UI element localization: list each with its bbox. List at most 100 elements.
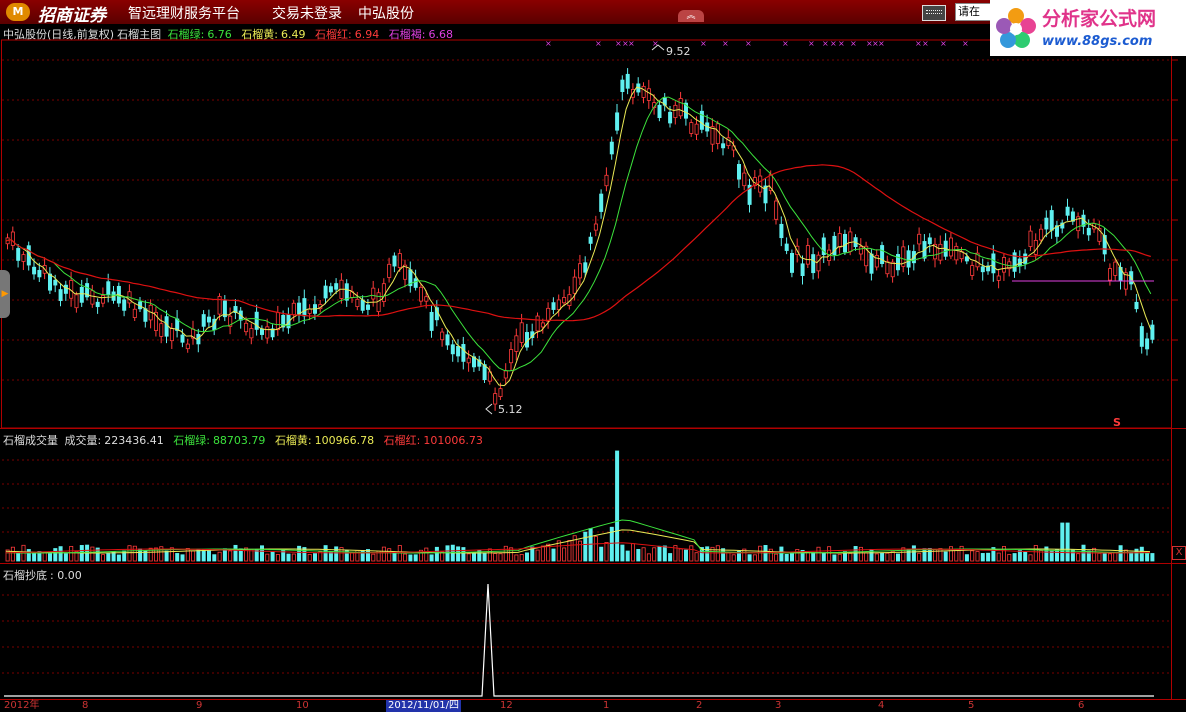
search-input[interactable]: 请在 <box>955 3 991 21</box>
volume-bar <box>980 553 985 562</box>
volume-bar <box>662 545 667 562</box>
volume-bar <box>880 552 885 562</box>
volume-bar <box>175 553 180 562</box>
candle-body <box>715 123 720 144</box>
date-axis <box>0 700 1186 712</box>
candle-body <box>546 307 551 322</box>
volume-bar <box>646 553 651 562</box>
legend-label: 石榴褐: <box>388 28 426 41</box>
volume-bar <box>286 553 291 562</box>
candle-body <box>360 299 365 311</box>
candle-body <box>32 266 37 275</box>
candle-body <box>917 233 922 245</box>
volume-bar <box>906 549 911 562</box>
candle-body <box>949 237 954 257</box>
candle-body <box>48 273 53 291</box>
legend-value: 6.94 <box>354 28 380 41</box>
volume-bar <box>63 553 68 562</box>
volume-bar <box>896 553 901 562</box>
keyboard-icon[interactable] <box>922 5 946 21</box>
signal-mark: S <box>1113 416 1121 429</box>
menu-platform[interactable]: 智远理财服务平台 <box>128 3 240 23</box>
volume-bar <box>927 548 932 562</box>
date-tick: 1 <box>603 700 610 711</box>
candle-body <box>259 328 264 335</box>
candle-body <box>493 393 498 405</box>
expand-panel-arrow-icon[interactable]: ▶ <box>0 270 10 318</box>
volume-bar <box>758 545 763 562</box>
volume-bar <box>1012 553 1017 562</box>
volume-bar <box>805 552 810 562</box>
legend-value: 223436.41 <box>104 434 164 447</box>
candle-body <box>297 302 302 315</box>
candle-body <box>604 174 609 187</box>
volume-bar <box>562 547 567 562</box>
volume-bar <box>567 539 572 562</box>
volume-bar <box>525 552 530 562</box>
signal-x-marker: × <box>850 39 857 48</box>
volume-bar <box>101 554 106 562</box>
volume-bar <box>514 554 519 562</box>
volume-bar <box>53 548 58 562</box>
price-chart-canvas[interactable]: ×××××××××××××××××××××××××× <box>0 0 1186 712</box>
high-price-label: 9.52 <box>666 45 691 58</box>
candle-body <box>599 193 604 212</box>
volume-bar <box>848 553 853 562</box>
candle-body <box>578 263 583 279</box>
volume-bar <box>668 553 673 562</box>
date-tick: 6 <box>1078 700 1085 711</box>
volume-bar <box>456 546 461 562</box>
candle-body <box>106 281 111 295</box>
volume-bar <box>864 552 869 562</box>
legend-value: 88703.79 <box>212 434 266 447</box>
candle-body <box>535 315 540 332</box>
candle-body <box>615 112 620 131</box>
signal-x-marker: × <box>595 39 602 48</box>
site-url[interactable]: www.88gs.com <box>1042 34 1152 49</box>
volume-bar <box>784 553 789 562</box>
candle-body <box>721 143 726 149</box>
date-tick: 10 <box>296 700 309 711</box>
volume-bar <box>493 553 498 562</box>
signal-x-marker: × <box>915 39 922 48</box>
volume-bar <box>90 546 95 562</box>
menu-stock-name[interactable]: 中弘股份 <box>358 3 414 23</box>
volume-bar <box>578 540 583 562</box>
indicator-name: 石榴成交量 <box>3 434 58 447</box>
collapse-toolbar-icon[interactable]: ︽ <box>678 10 704 22</box>
main-panel-legend: 中弘股份(日线,前复权) 石榴主图 石榴绿: 6.76 石榴黄: 6.49 石榴红: 6… <box>3 26 459 42</box>
volume-bar <box>615 450 620 562</box>
volume-bar <box>986 552 991 562</box>
candle-body <box>328 286 333 293</box>
candle-body <box>678 98 683 117</box>
candle-body <box>800 263 805 277</box>
menu-trade-login[interactable]: 交易未登录 <box>272 3 342 23</box>
candle-body <box>164 316 169 337</box>
candle-body <box>625 73 630 89</box>
candle-body <box>588 236 593 244</box>
candle-body <box>673 104 678 119</box>
volume-bar <box>498 553 503 562</box>
candle-body <box>774 200 779 220</box>
volume-bar <box>1113 552 1118 562</box>
volume-bar <box>726 552 731 562</box>
volume-bar <box>424 547 429 562</box>
candle-body <box>90 290 95 305</box>
volume-bar <box>1060 522 1065 562</box>
volume-bar <box>466 553 471 562</box>
volume-bar <box>795 548 800 562</box>
volume-bar <box>1108 553 1113 562</box>
candle-body <box>551 302 556 310</box>
volume-bar <box>975 551 980 562</box>
candle-body <box>392 255 397 267</box>
candle-body <box>1033 239 1038 255</box>
candle-body <box>890 261 895 278</box>
volume-bar <box>705 546 710 562</box>
volume-bar <box>631 543 636 562</box>
low-price-label: 5.12 <box>498 403 523 416</box>
candle-body <box>991 253 996 274</box>
volume-bar <box>752 554 757 562</box>
close-panel-icon[interactable]: X <box>1172 546 1186 560</box>
volume-bar <box>774 553 779 562</box>
candle-body <box>556 299 561 311</box>
